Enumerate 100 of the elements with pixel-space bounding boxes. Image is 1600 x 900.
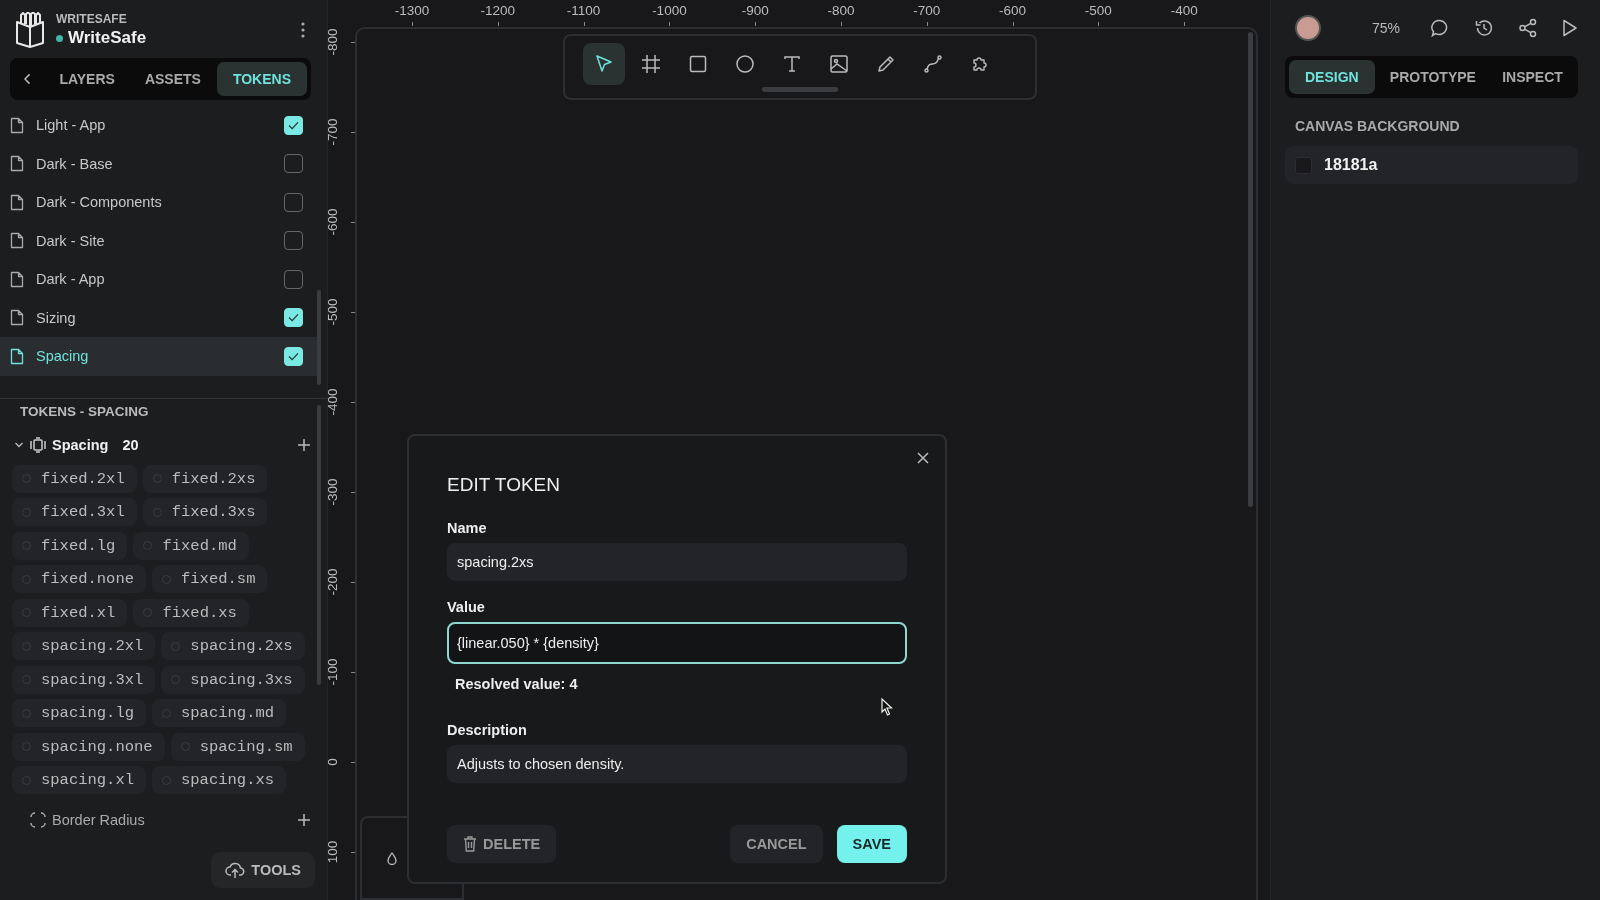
save-button[interactable]: SAVE [836,825,907,863]
token-set-item[interactable]: Spacing [0,337,317,376]
ruler-label: -800 [827,2,855,20]
tab[interactable]: PROTOTYPE [1378,60,1488,94]
more-options-icon[interactable] [301,22,305,38]
token-set-item[interactable]: Sizing [0,298,317,337]
pointer-tool-button[interactable] [583,43,625,85]
drag-handle[interactable] [762,87,838,92]
tools-button[interactable]: TOOLS [211,852,315,888]
token-chip[interactable]: spacing.md [152,699,287,727]
ruler-label: -1300 [394,2,430,20]
ruler-label: -700 [913,2,941,20]
close-icon[interactable] [917,452,929,464]
checkbox[interactable] [284,192,303,212]
file-icon [10,193,24,211]
token-chip[interactable]: spacing.xs [152,766,287,794]
ruler-label: -500 [1084,2,1112,20]
comment-icon[interactable] [1430,18,1450,38]
play-icon[interactable] [1562,19,1578,37]
token-set-name: Dark - App [36,271,105,288]
group-name[interactable]: Border Radius [52,812,145,828]
token-chip[interactable]: fixed.sm [152,565,268,593]
token-set-item[interactable]: Dark - Base [0,144,317,183]
ruler-label: -600 [999,2,1027,20]
token-chip[interactable]: fixed.3xl [12,498,137,526]
ruler-label: 0 [328,757,340,768]
token-set-item[interactable]: Dark - App [0,260,317,299]
token-chip[interactable]: fixed.xs [133,598,249,627]
token-chip[interactable]: fixed.xl [12,598,128,627]
token-chip[interactable]: spacing.2xl [12,632,156,660]
token-set-item[interactable]: Dark - Site [0,221,317,260]
checkbox[interactable] [284,154,303,174]
token-set-item[interactable]: Light - App [0,106,317,145]
color-field[interactable]: 18181a [1285,146,1578,184]
tab[interactable]: INSPECT [1491,60,1574,94]
ruler-label: -1100 [566,2,601,20]
cloud-upload-icon [225,861,246,879]
token-chip[interactable]: spacing.lg [12,699,146,727]
cancel-button[interactable]: CANCEL [730,825,823,863]
token-chip[interactable]: fixed.3xs [142,498,268,526]
checkbox[interactable] [284,269,303,289]
delete-button[interactable]: DELETE [447,825,557,863]
add-icon[interactable] [297,813,311,827]
token-chip[interactable]: spacing.3xs [161,665,305,694]
tab[interactable]: TOKENS [216,62,307,96]
input-field[interactable]: {linear.050} * {density} [447,622,907,664]
add-icon[interactable] [297,437,311,452]
token-chip[interactable]: fixed.lg [12,531,128,560]
token-chip[interactable]: spacing.3xl [12,665,156,694]
pencil-icon [876,54,896,74]
token-chip[interactable]: spacing.2xs [161,632,305,660]
file-icon [10,232,24,250]
token-set-item[interactable]: Dark - Components [0,183,317,222]
input-field[interactable]: spacing.2xs [447,543,907,581]
organization-name: WRITESAFE [56,12,128,26]
text-icon [782,54,802,74]
tab[interactable]: LAYERS [45,62,129,96]
checkmark-icon [288,120,299,130]
input-field[interactable]: Adjusts to chosen density. [447,745,907,783]
token-chip[interactable]: spacing.none [12,732,165,761]
token-set-name: Dark - Site [36,232,105,249]
canvas-frame[interactable]: EDIT TOKEN Name spacing.2xs Value {linear.050} * {density} Resolved value: 4 Description Adjusts to chosen density. DELETE CANCEL SAVE [355,27,1258,900]
back-chevron-icon[interactable] [24,73,32,85]
group-name[interactable]: Spacing [52,436,109,453]
ruler-label: -800 [328,27,340,58]
ruler-label: -400 [1170,2,1198,20]
scrollbar[interactable] [317,290,321,385]
curve-icon [923,54,943,74]
ruler-label: -400 [328,387,340,418]
ruler-label: -500 [328,297,340,328]
token-chip[interactable]: fixed.md [133,531,249,560]
tab[interactable]: ASSETS [130,62,215,96]
history-icon[interactable] [1474,18,1494,38]
dialog-title: EDIT TOKEN [447,474,561,496]
checkmark-icon [288,351,299,361]
avatar[interactable] [1295,15,1321,41]
token-count: 20 [122,436,139,453]
share-icon[interactable] [1518,18,1538,38]
checkbox[interactable] [284,231,303,251]
section-heading: CANVAS BACKGROUND [1295,118,1461,134]
ellipse-icon [735,54,755,74]
ruler-label: -1000 [652,2,687,20]
token-chip[interactable]: spacing.xl [12,766,146,794]
zoom-level[interactable]: 75% [1371,20,1400,36]
token-chip[interactable]: fixed.2xl [12,464,137,493]
token-chip[interactable]: spacing.sm [170,732,305,761]
resolved-value: Resolved value: 4 [454,675,578,694]
token-chip[interactable]: fixed.none [12,565,146,593]
checkmark-icon [288,313,299,323]
token-set-name: Light - App [36,117,106,134]
mouse-pointer-icon [881,698,893,716]
scrollbar[interactable] [1248,32,1253,507]
ruler-label: -900 [741,2,769,20]
file-icon [10,270,24,288]
tab[interactable]: DESIGN [1289,60,1375,94]
ruler-label: 100 [328,839,340,866]
field-label: Description [447,722,527,738]
ruler-label: -600 [328,207,340,238]
token-chip[interactable]: fixed.2xs [142,464,268,493]
scrollbar[interactable] [317,405,321,685]
